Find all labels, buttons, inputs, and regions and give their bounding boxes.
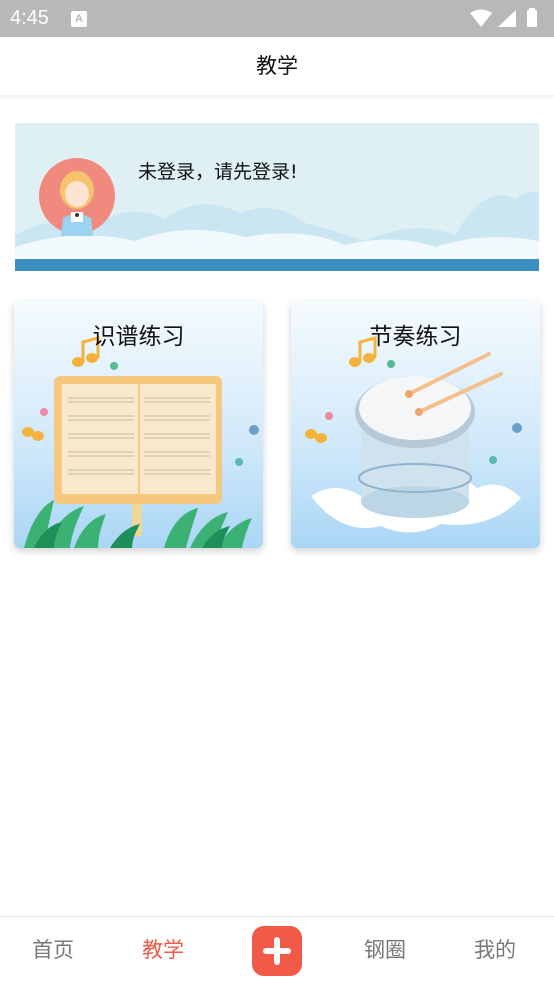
rhythm-practice-title: 节奏练习 (369, 324, 462, 350)
sight-reading-title: 识谱练习 (92, 324, 185, 350)
app-header: 教学 (0, 37, 554, 95)
login-banner[interactable]: 未登录，请先登录! (15, 123, 539, 271)
wifi-icon (470, 9, 492, 27)
status-bar: 4:45 A (0, 0, 554, 37)
nav-piano-circle[interactable]: 钢圈 (364, 934, 406, 964)
nav-teaching[interactable]: 教学 (142, 934, 184, 964)
sight-reading-card[interactable]: 识谱练习 (14, 300, 263, 548)
rhythm-practice-card[interactable]: 节奏练习 (291, 300, 540, 548)
cellular-signal-icon (498, 10, 516, 27)
nav-home[interactable]: 首页 (32, 934, 74, 964)
plus-icon[interactable] (252, 926, 302, 976)
bottom-nav: 首页 教学 钢圈 我的 (0, 916, 554, 984)
girl-avatar-icon (39, 158, 115, 236)
status-icons (470, 8, 537, 27)
page-title: 教学 (256, 54, 298, 78)
nav-mine[interactable]: 我的 (474, 934, 516, 964)
battery-icon (527, 10, 537, 27)
notification-badge: A (71, 11, 87, 27)
login-prompt-text: 未登录，请先登录! (138, 161, 298, 183)
status-time: 4:45 (10, 7, 49, 29)
